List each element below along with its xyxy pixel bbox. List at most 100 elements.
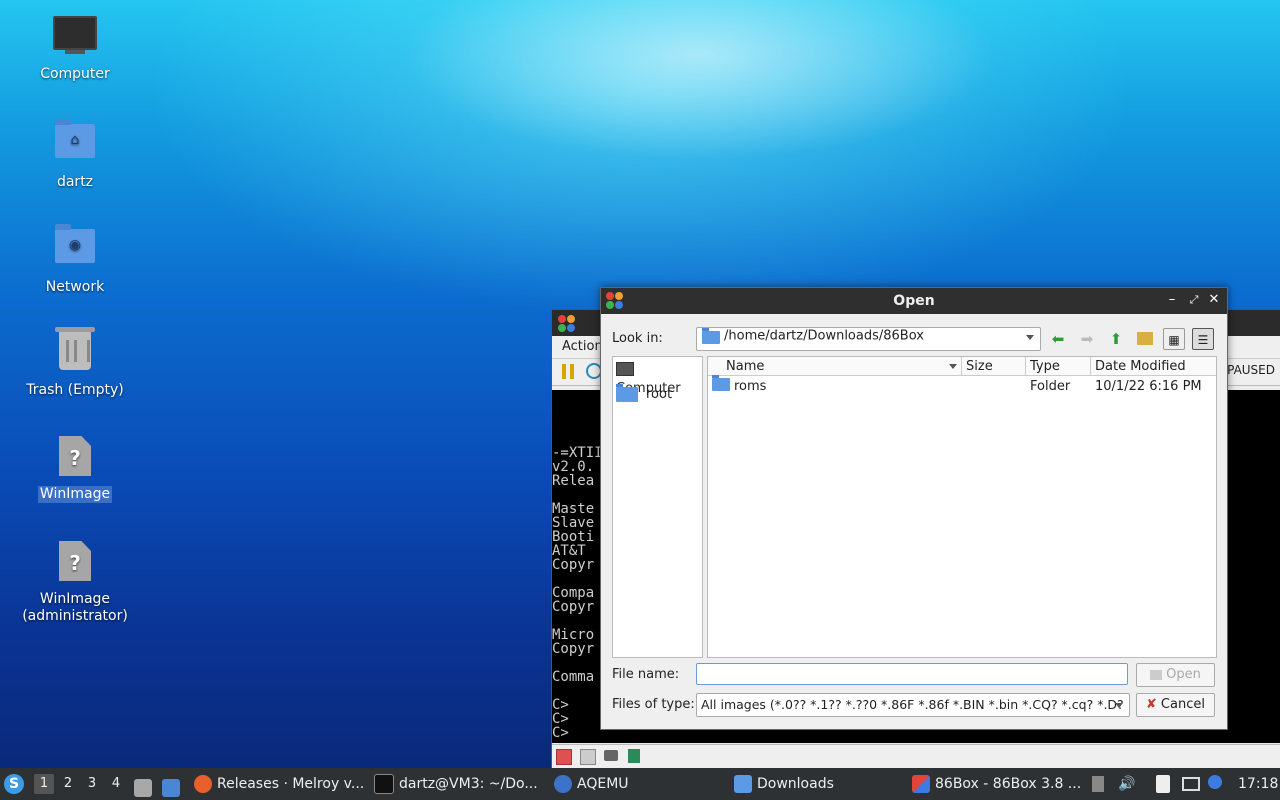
eject-icon: [1092, 776, 1104, 792]
desktop-icon-trash[interactable]: Trash (Empty): [15, 327, 135, 399]
open-icon: [1150, 669, 1163, 680]
unknown-file-icon: ?: [53, 436, 97, 480]
cdrom-icon[interactable]: [580, 749, 596, 765]
up-folder-icon[interactable]: ⬆: [1105, 328, 1127, 350]
chevron-down-icon: [1026, 335, 1034, 340]
column-header-date[interactable]: Date Modified: [1091, 357, 1216, 376]
pause-icon[interactable]: [562, 364, 574, 379]
task-firefox[interactable]: Releases · Melroy v...: [194, 768, 364, 800]
desktop-icon-network[interactable]: ◉ Network: [15, 224, 135, 296]
minimize-icon[interactable]: –: [1163, 291, 1181, 309]
look-in-combo[interactable]: /home/dartz/Downloads/86Box: [696, 327, 1041, 351]
task-aqemu[interactable]: AQEMU: [554, 768, 724, 800]
86box-icon: [912, 775, 930, 793]
network-status-icon[interactable]: [604, 750, 618, 761]
cancel-icon: ✘: [1146, 697, 1157, 712]
clock[interactable]: 17:18: [1238, 768, 1278, 800]
home-folder-icon: ⌂: [53, 119, 97, 168]
notification-icon: [1208, 775, 1222, 789]
clipboard-icon: [1156, 775, 1170, 793]
sort-down-icon: [949, 364, 957, 369]
folder-icon: [702, 328, 720, 344]
list-view-icon[interactable]: ▦: [1163, 328, 1185, 350]
quicklaunch-filemanager[interactable]: [134, 768, 154, 800]
row-date: 10/1/22 6:16 PM: [1095, 379, 1202, 394]
files-of-type-select[interactable]: All images (*.0?? *.1?? *.??0 *.86F *.86…: [696, 693, 1130, 717]
task-86box[interactable]: 86Box - 86Box 3.8 ...: [912, 768, 1080, 800]
tray-volume[interactable]: 🔊: [1118, 768, 1138, 800]
desktop-icon-winimage-admin[interactable]: ? WinImage (administrator): [15, 541, 135, 625]
desktop-icon-label: Trash (Empty): [26, 382, 124, 398]
row-type: Folder: [1030, 379, 1071, 394]
quicklaunch-desktop[interactable]: [162, 768, 182, 800]
tray-network[interactable]: [1182, 768, 1202, 800]
open-button[interactable]: Open: [1136, 663, 1215, 687]
workspace-3[interactable]: 3: [82, 774, 102, 794]
table-row[interactable]: roms Folder 10/1/22 6:16 PM: [708, 375, 1216, 397]
column-header-size[interactable]: Size: [962, 357, 1026, 376]
open-dialog[interactable]: Open – ⤢ ✕ Look in: /home/dartz/Download…: [600, 287, 1228, 730]
column-header-type[interactable]: Type: [1026, 357, 1091, 376]
back-icon[interactable]: ⬅: [1047, 328, 1069, 350]
task-label: AQEMU: [577, 776, 629, 792]
forward-icon[interactable]: ➡: [1076, 328, 1098, 350]
new-folder-icon[interactable]: [1134, 328, 1156, 350]
task-label: dartz@VM3: ~/Do...: [399, 776, 538, 792]
column-header-name[interactable]: Name: [708, 357, 962, 376]
task-label: Releases · Melroy v...: [217, 776, 364, 792]
file-name-label: File name:: [612, 667, 680, 682]
close-icon[interactable]: ✕: [1205, 291, 1223, 309]
sidebar-item-computer[interactable]: Computer: [616, 359, 702, 396]
floppy-icon[interactable]: [556, 749, 572, 765]
network-icon: [1182, 777, 1200, 791]
task-terminal[interactable]: dartz@VM3: ~/Do...: [374, 768, 544, 800]
dialog-titlebar[interactable]: Open – ⤢ ✕: [601, 288, 1227, 314]
menu-action[interactable]: Action: [562, 339, 603, 354]
desktop-icon-winimage[interactable]: ? WinImage: [15, 436, 135, 503]
trash-icon: [53, 327, 97, 376]
file-name-input[interactable]: [696, 663, 1128, 685]
cancel-button[interactable]: ✘ Cancel: [1136, 693, 1215, 717]
sidebar-item-root[interactable]: root: [616, 384, 673, 405]
column-label: Name: [726, 359, 765, 374]
folder-icon: [734, 775, 752, 793]
look-in-path: /home/dartz/Downloads/86Box: [724, 328, 924, 344]
workspace-2[interactable]: 2: [58, 774, 78, 794]
tray-clipboard[interactable]: [1156, 768, 1176, 800]
workspace-1[interactable]: 1: [34, 774, 54, 794]
86box-icon: [558, 315, 576, 333]
desktop-icon-label: dartz: [56, 174, 94, 190]
firefox-icon: [194, 775, 212, 793]
task-label: 86Box - 86Box 3.8 ...: [935, 776, 1080, 792]
network-folder-icon: ◉: [53, 224, 97, 273]
lxqt-menu-icon: S: [4, 774, 24, 794]
emulator-statusbar: [552, 744, 1280, 769]
dialog-title: Open: [893, 293, 935, 309]
desktop-icon-home[interactable]: ⌂ dartz: [15, 119, 135, 191]
desktop-icon-computer[interactable]: Computer: [15, 14, 135, 83]
task-downloads[interactable]: Downloads: [734, 768, 904, 800]
file-list[interactable]: Name Size Type Date Modified roms Folder…: [707, 356, 1217, 658]
row-name: roms: [734, 379, 767, 394]
column-label: Date Modified: [1095, 359, 1186, 374]
taskbar: S 1 2 3 4 Releases · Melroy v... dartz@V…: [0, 768, 1280, 800]
column-label: Size: [966, 359, 993, 374]
desktop-icon-label: WinImage (administrator): [22, 591, 128, 624]
chevron-down-icon: [1115, 703, 1123, 708]
file-manager-icon: [134, 778, 152, 797]
files-of-type-value: All images (*.0?? *.1?? *.??0 *.86F *.86…: [701, 697, 1124, 712]
workspace-4[interactable]: 4: [106, 774, 126, 794]
tray-eject[interactable]: [1092, 768, 1110, 800]
sound-status-icon[interactable]: [628, 749, 640, 763]
open-button-label: Open: [1166, 667, 1201, 682]
maximize-icon[interactable]: ⤢: [1185, 291, 1203, 309]
desktop-icon-label: Network: [45, 279, 105, 295]
tray-notification[interactable]: [1208, 768, 1228, 800]
folder-icon: [616, 384, 638, 402]
start-menu-button[interactable]: S: [4, 768, 28, 800]
detail-view-icon[interactable]: ☰: [1192, 328, 1214, 350]
computer-icon: [616, 361, 634, 376]
task-label: Downloads: [757, 776, 834, 792]
sidebar-item-label: root: [646, 387, 673, 402]
desktop-icon-label: Computer: [40, 66, 110, 82]
